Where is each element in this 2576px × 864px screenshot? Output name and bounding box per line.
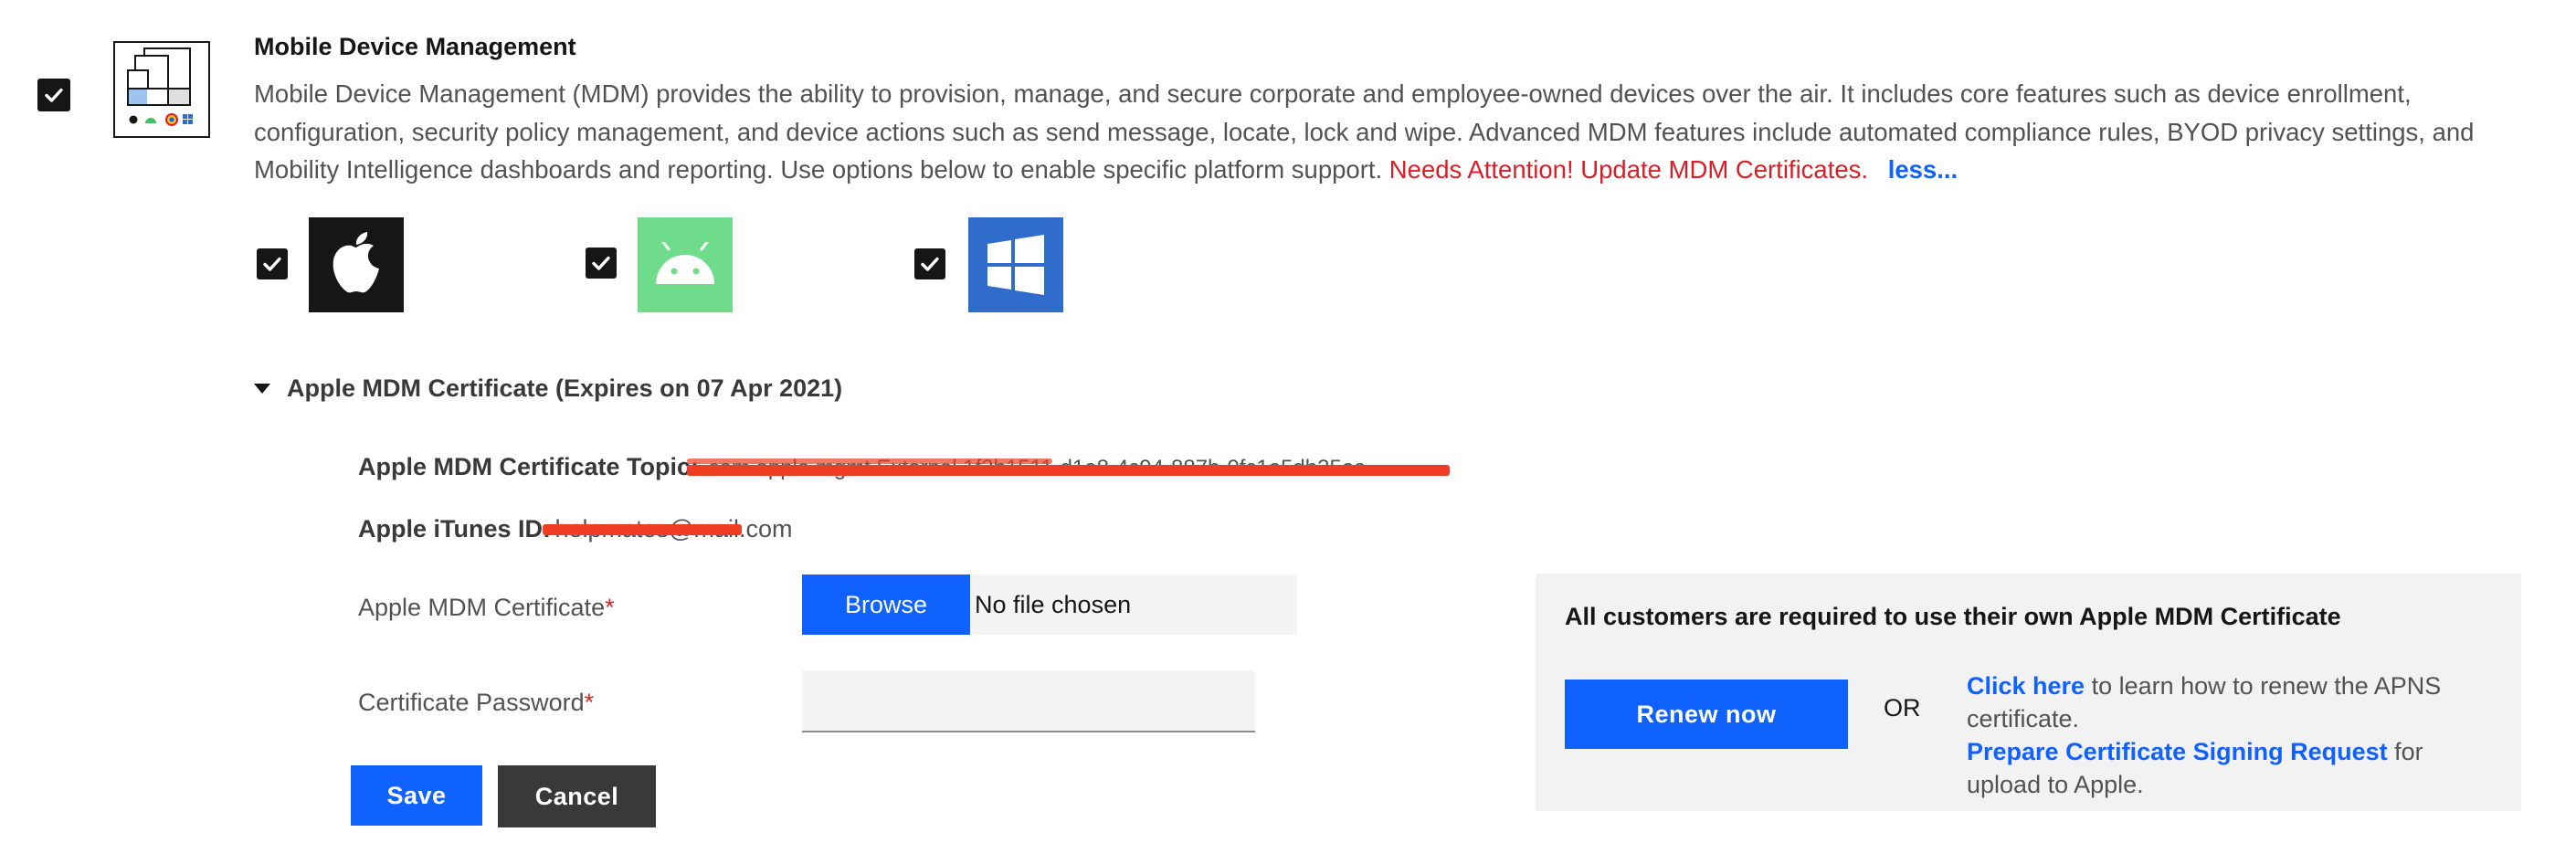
browse-button[interactable]: Browse [802,574,970,635]
info-panel-title: All customers are required to use their … [1565,603,2341,630]
cancel-button[interactable]: Cancel [498,765,656,827]
module-enable-checkbox[interactable] [37,79,70,111]
redaction-mark [687,465,1450,476]
mdm-device-logo [113,41,210,138]
certificate-field-label: Apple MDM Certificate* [358,594,615,622]
itunes-id-label: Apple iTunes ID: [358,515,552,543]
needs-attention-warning: Needs Attention! Update MDM Certificates… [1388,155,1869,184]
password-field-label: Certificate Password* [358,689,594,717]
android-platform-tile[interactable] [638,217,733,312]
less-link[interactable]: less... [1888,155,1958,184]
certificate-topic-label: Apple MDM Certificate Topic: [358,453,700,480]
apple-icon [333,232,379,293]
module-description-text: Mobile Device Management (MDM) provides … [254,79,2475,184]
save-button[interactable]: Save [351,765,482,826]
certificate-accordion-title: Apple MDM Certificate (Expires on 07 Apr… [287,374,843,402]
platform-checkbox-apple[interactable] [257,248,288,279]
renew-help-text: Click here to learn how to renew the APN… [1967,669,2497,801]
apple-platform-tile[interactable] [309,217,404,312]
certificate-field-label-text: Apple MDM Certificate [358,594,606,621]
module-description: Mobile Device Management (MDM) provides … [254,75,2510,189]
click-here-link[interactable]: Click here [1967,672,2085,700]
or-separator: OR [1884,694,1921,722]
windows-platform-tile[interactable] [968,217,1063,312]
windows-icon [987,235,1044,295]
checkmark-icon [45,88,63,102]
checkmark-icon [592,256,610,270]
module-title: Mobile Device Management [254,33,576,60]
renew-now-button[interactable]: Renew now [1565,680,1848,749]
checkmark-icon [263,257,281,271]
checkmark-icon [921,257,939,271]
required-marker: * [605,594,615,621]
prepare-csr-link[interactable]: Prepare Certificate Signing Request [1967,738,2388,765]
platform-checkbox-windows[interactable] [914,248,945,279]
redaction-mark [543,524,742,535]
android-icon [656,242,714,284]
caret-down-icon [254,384,270,394]
certificate-password-input[interactable] [802,670,1255,732]
platform-checkbox-android[interactable] [586,248,617,279]
required-marker: * [584,689,595,716]
certificate-accordion-header[interactable]: Apple MDM Certificate (Expires on 07 Apr… [254,374,842,403]
redaction-mark [687,458,1052,464]
file-chosen-status: No file chosen [970,574,1297,635]
password-field-label-text: Certificate Password [358,689,585,716]
